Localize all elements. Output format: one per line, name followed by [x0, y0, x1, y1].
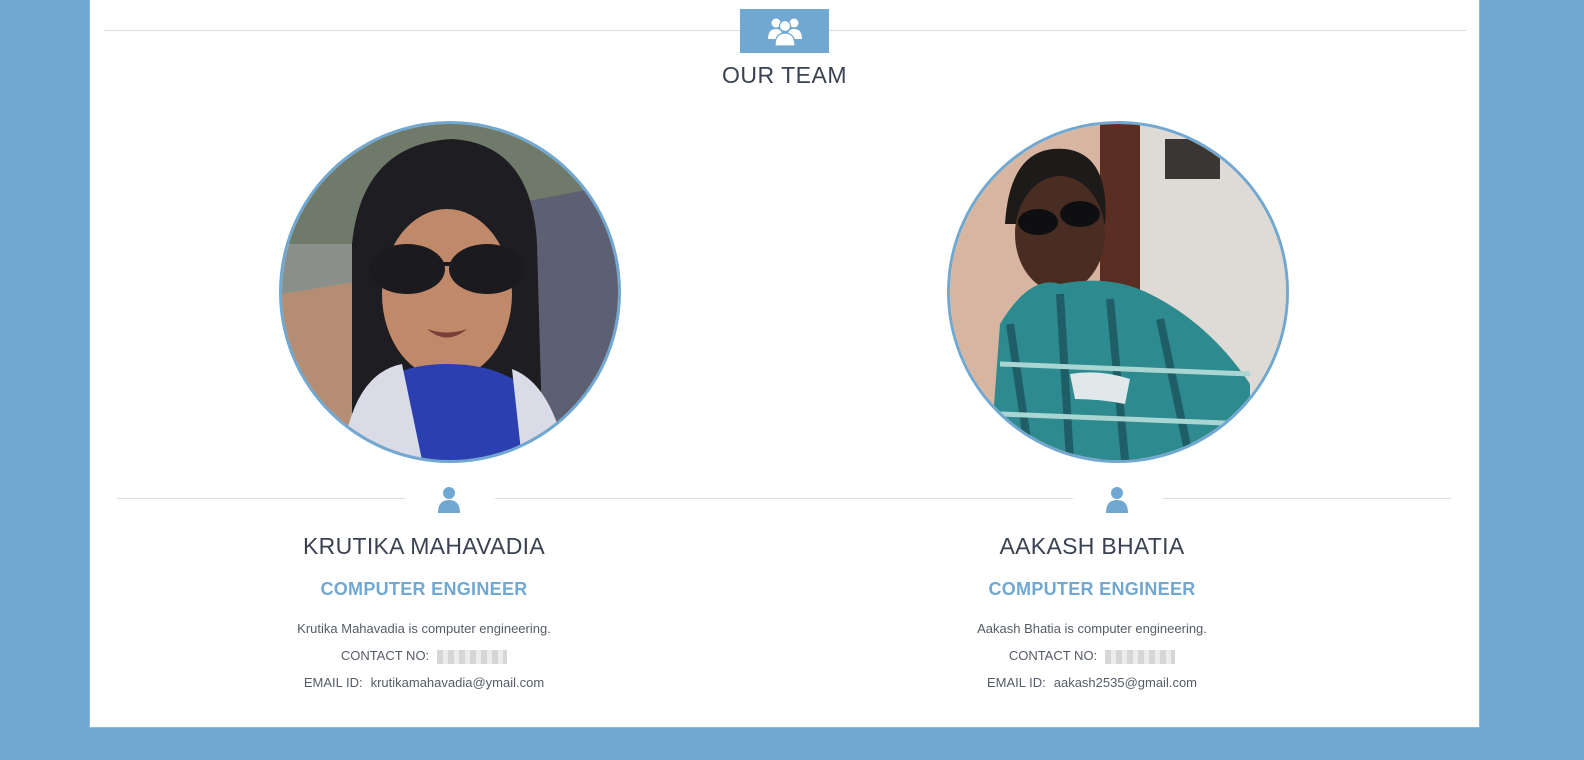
member-description: Krutika Mahavadia is computer engineerin…	[297, 621, 551, 636]
card-divider-left	[117, 498, 405, 499]
member-email: EMAIL ID: aakash2535@gmail.com	[758, 675, 1426, 690]
contact-number-redacted	[1105, 649, 1176, 664]
member-description: Aakash Bhatia is computer engineering.	[977, 621, 1207, 636]
member-contact: CONTACT NO:	[90, 648, 758, 664]
contact-label: CONTACT NO:	[340, 648, 430, 663]
member-contact: CONTACT NO:	[758, 648, 1426, 664]
member-role: COMPUTER ENGINEER	[320, 579, 528, 599]
email-value[interactable]: aakash2535@gmail.com	[1054, 675, 1197, 690]
team-member-card: KRUTIKA MAHAVADIA COMPUTER ENGINEER Krut…	[90, 0, 1073, 727]
team-member-card: AAKASH BHATIA COMPUTER ENGINEER Aakash B…	[758, 0, 1451, 727]
email-label: EMAIL ID:	[303, 675, 363, 690]
person-icon	[438, 487, 460, 513]
email-label: EMAIL ID:	[986, 675, 1046, 690]
member-role: COMPUTER ENGINEER	[988, 579, 1196, 599]
member-email: EMAIL ID: krutikamahavadia@ymail.com	[90, 675, 758, 690]
profile-photo	[279, 121, 621, 463]
team-section: OUR TEAM KRUTIKA MAHAVADIA COMPUTER ENGI…	[89, 0, 1480, 728]
card-divider-right	[1163, 498, 1451, 499]
member-name: AAKASH BHATIA	[999, 533, 1185, 559]
contact-number-redacted	[437, 649, 508, 664]
person-icon	[1106, 487, 1128, 513]
profile-photo	[947, 121, 1289, 463]
contact-label: CONTACT NO:	[1008, 648, 1098, 663]
member-name: KRUTIKA MAHAVADIA	[303, 533, 545, 559]
email-value[interactable]: krutikamahavadia@ymail.com	[371, 675, 545, 690]
